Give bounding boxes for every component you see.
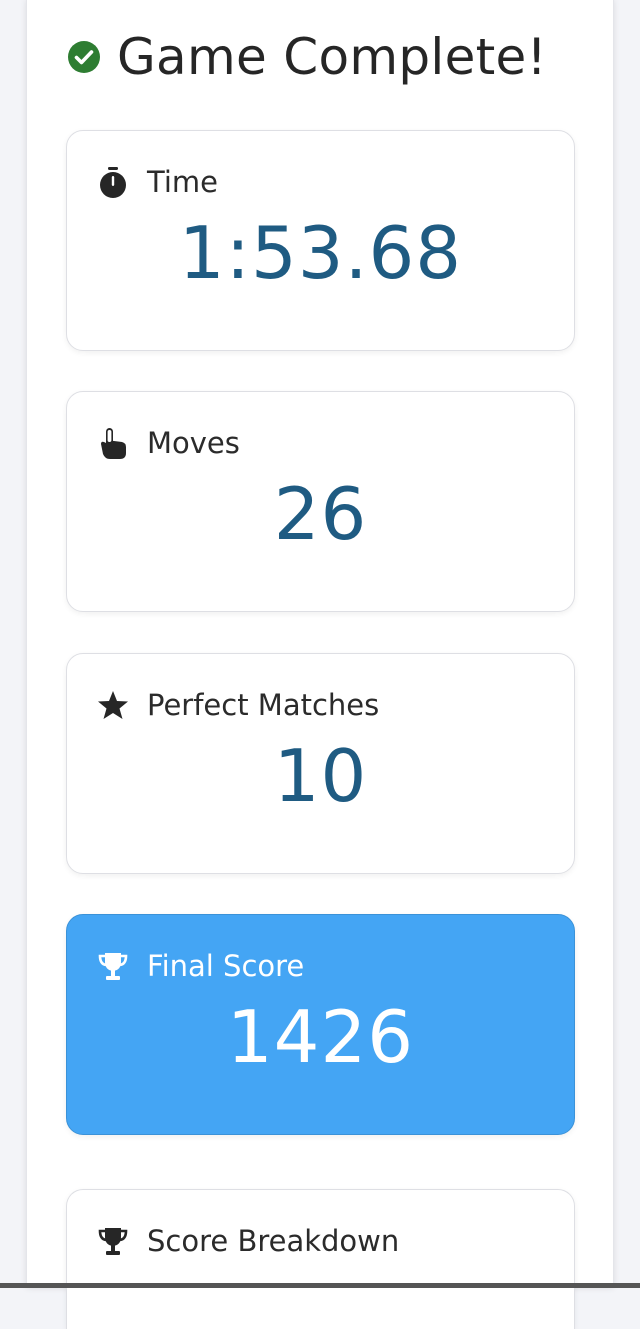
score-breakdown-card: Score Breakdown: [66, 1189, 575, 1329]
perfect-matches-value: 10: [273, 734, 368, 818]
final-score-card-header: Final Score: [97, 949, 304, 983]
screen-bottom-edge: [0, 1283, 640, 1288]
time-label: Time: [147, 165, 218, 199]
stopwatch-icon: [97, 165, 129, 199]
moves-card-header: Moves: [97, 426, 240, 460]
star-icon: [97, 688, 129, 722]
time-card: Time 1:53.68: [66, 130, 575, 351]
pointing-hand-icon: [97, 426, 129, 460]
moves-card: Moves 26: [66, 391, 575, 612]
perfect-matches-label: Perfect Matches: [147, 688, 380, 722]
perfect-matches-card: Perfect Matches 10: [66, 653, 575, 874]
final-score-card: Final Score 1426: [66, 914, 575, 1135]
final-score-label: Final Score: [147, 949, 305, 983]
trophy-icon: [97, 949, 129, 983]
perfect-matches-card-header: Perfect Matches: [97, 688, 379, 722]
results-panel: Game Complete! Time 1:53.68 Moves 26 Per…: [26, 0, 614, 1329]
title-row: Game Complete!: [67, 26, 547, 88]
moves-value: 26: [273, 472, 368, 556]
time-value: 1:53.68: [178, 211, 463, 295]
moves-label: Moves: [147, 426, 240, 460]
score-breakdown-label: Score Breakdown: [147, 1224, 400, 1258]
score-breakdown-card-header: Score Breakdown: [97, 1224, 399, 1258]
check-circle-icon: [67, 40, 101, 74]
trophy-icon: [97, 1224, 129, 1258]
time-card-header: Time: [97, 165, 218, 199]
page-title: Game Complete!: [117, 28, 547, 86]
final-score-value: 1426: [226, 995, 415, 1079]
